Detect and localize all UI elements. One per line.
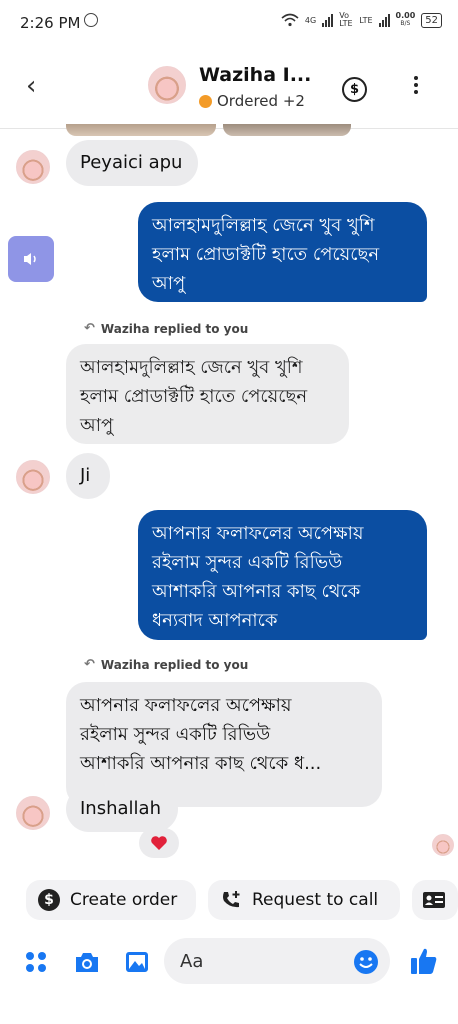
message-line: রইলাম সুন্দর একটি রিভিউ — [80, 724, 271, 745]
phone-plus-icon — [223, 891, 240, 908]
contact-status: Ordered +2 — [199, 92, 305, 110]
reaction-heart[interactable] — [139, 828, 179, 858]
avatar[interactable] — [148, 66, 186, 104]
sender-avatar[interactable] — [16, 460, 50, 494]
status-indicators: 4G Vo LTE LTE 0.00 B/S 52 — [281, 12, 442, 28]
camera-icon — [76, 953, 98, 972]
message-line: আপনার ফলাফলের অপেক্ষায় — [152, 523, 364, 544]
reply-label: Waziha replied to you — [100, 321, 249, 336]
message-input-placeholder: Aa — [180, 950, 204, 972]
network-4g-label: 4G — [304, 15, 317, 25]
image-attachment[interactable] — [223, 124, 351, 136]
apps-button[interactable] — [22, 948, 50, 976]
message-line: আশাকরি আপনার কাছ থেকে — [152, 581, 361, 602]
message-bubble-incoming[interactable]: Ji — [66, 453, 110, 499]
contact-card-icon — [423, 892, 445, 908]
message-line: রইলাম সুন্দর একটি রিভিউ — [152, 552, 343, 573]
create-order-label: Create order — [70, 890, 178, 910]
request-call-button[interactable]: Request to call — [208, 880, 400, 920]
message-line: আলহামদুলিল্লাহ জেনে খুব খুশি — [152, 215, 375, 236]
network-speed-unit: B/S — [400, 20, 411, 27]
status-text: Ordered +2 — [217, 92, 305, 110]
message-line: আলহামদুলিল্লাহ জেনে খুব খুশি — [80, 357, 303, 378]
message-line: আপনার ফলাফলের অপেক্ষায় — [80, 695, 292, 716]
heart-icon — [151, 836, 167, 850]
camera-button[interactable] — [72, 948, 102, 976]
network-speed: 0.00 B/S — [396, 12, 416, 28]
message-line: হলাম প্রোডাক্টটি হাতে পেয়েছেন — [152, 244, 380, 265]
gallery-icon — [126, 952, 148, 972]
gallery-button[interactable] — [122, 948, 152, 976]
volte-label: Vo LTE — [339, 11, 353, 28]
sender-avatar[interactable] — [16, 150, 50, 184]
dollar-icon: $ — [38, 889, 60, 911]
signal-icon — [322, 13, 334, 27]
network-speed-value: 0.00 — [395, 11, 416, 20]
message-line: আশাকরি আপনার কাছ থেকে ধ... — [80, 753, 322, 774]
message-bubble-outgoing[interactable]: আপনার ফলাফলের অপেক্ষায় রইলাম সুন্দর একট… — [138, 510, 427, 640]
message-line: আপু — [80, 415, 114, 436]
message-bubble-incoming[interactable]: Inshallah — [66, 786, 178, 832]
seen-avatar — [432, 834, 454, 856]
image-attachment[interactable] — [66, 124, 216, 136]
message-line: আপু — [152, 273, 186, 294]
message-bubble-outgoing[interactable]: আলহামদুলিল্লাহ জেনে খুব খুশি হলাম প্রোডা… — [138, 202, 427, 302]
message-line: ধন্যবাদ আপনাকে — [152, 610, 278, 631]
sender-avatar[interactable] — [16, 796, 50, 830]
battery-icon: 52 — [421, 12, 442, 28]
contact-card-button[interactable] — [412, 880, 458, 920]
like-icon — [411, 948, 437, 974]
signal-icon-2 — [378, 13, 390, 27]
reply-icon: ↶ — [84, 657, 95, 672]
lte-label: LTE — [359, 15, 373, 25]
speaker-button[interactable] — [8, 236, 54, 282]
reply-indicator: ↶ Waziha replied to you — [84, 657, 248, 672]
reply-label: Waziha replied to you — [100, 657, 249, 672]
speaker-icon — [24, 253, 36, 265]
apps-icon — [26, 952, 46, 972]
message-bubble-incoming[interactable]: Peyaici apu — [66, 140, 198, 186]
create-order-button[interactable]: $ Create order — [26, 880, 196, 920]
message-line: হলাম প্রোডাক্টটি হাতে পেয়েছেন — [80, 386, 308, 407]
wifi-icon — [281, 13, 299, 27]
status-dot-icon — [199, 94, 212, 108]
contact-name[interactable]: Waziha I... — [199, 64, 311, 86]
emoji-button[interactable] — [352, 948, 380, 976]
emoji-icon — [354, 950, 378, 974]
back-icon[interactable]: ‹ — [26, 73, 36, 99]
more-icon[interactable] — [413, 76, 419, 94]
dnd-icon — [84, 13, 98, 27]
reply-indicator: ↶ Waziha replied to you — [84, 321, 248, 336]
like-button[interactable] — [408, 944, 440, 978]
request-call-label: Request to call — [252, 890, 379, 910]
quoted-message-bubble[interactable]: আলহামদুলিল্লাহ জেনে খুব খুশি হলাম প্রোডা… — [66, 344, 349, 444]
status-time: 2:26 PM — [20, 14, 81, 32]
reply-icon: ↶ — [84, 321, 95, 336]
dollar-icon[interactable]: $ — [342, 77, 367, 102]
